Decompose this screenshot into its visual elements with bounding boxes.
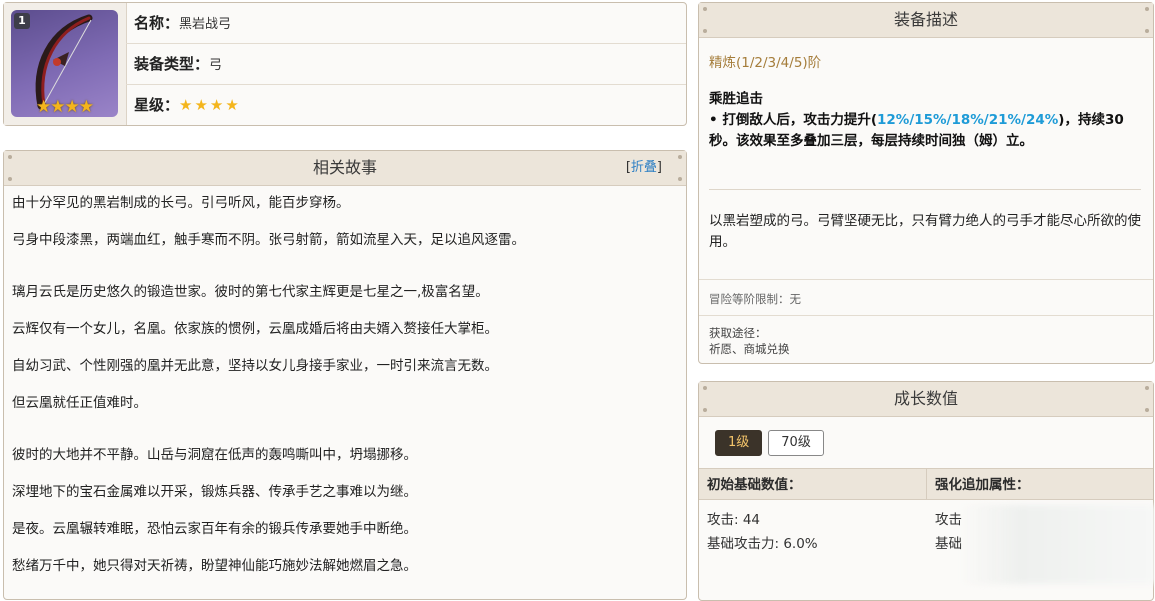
- type-value: 弓: [209, 58, 223, 73]
- story-paragraph: 彼时的大地并不平静。山岳与洞窟在低声的轰鸣嘶叫中，坍塌挪移。: [12, 447, 417, 463]
- story-paragraph: 由十分罕见的黑岩制成的长弓。引弓听风，能百步穿杨。: [12, 195, 350, 211]
- star-row: 星级：★★★★: [126, 85, 686, 125]
- collapse-link[interactable]: 折叠: [631, 160, 657, 175]
- bonus-stats-header: 强化追加属性：: [927, 468, 1153, 500]
- divider: [699, 279, 1153, 280]
- level-tabs: 1级 70级: [715, 430, 830, 456]
- blur-overlay: [960, 505, 1155, 584]
- description-header: 装备描述: [699, 3, 1153, 38]
- description-panel: 装备描述 精炼(1/2/3/4/5)阶 乘胜追击 • 打倒敌人后，攻击力提升(1…: [698, 2, 1154, 364]
- bonus-line: 基础: [935, 536, 962, 552]
- skill-name: 乘胜追击: [709, 91, 763, 107]
- growth-title: 成长数值: [893, 389, 958, 408]
- weapon-image: 1 ★★★★: [11, 10, 118, 117]
- story-paragraph: 弓身中段漆黑，两端血红，触手寒而不阴。张弓射箭，箭如流星入天，足以追风逐雷。: [12, 232, 525, 248]
- bonus-stats-cell: 攻击 基础: [927, 508, 962, 556]
- story-header: 相关故事 [折叠]: [4, 151, 686, 186]
- story-paragraph: 云辉仅有一个女儿，名凰。依家族的惯例，云凰成婚后将由夫婿入赘接任大掌柜。: [12, 321, 498, 337]
- divider: [709, 189, 1141, 190]
- story-title: 相关故事: [312, 158, 377, 177]
- base-stats-header: 初始基础数值：: [699, 468, 927, 500]
- weapon-icon-cell: 1 ★★★★: [4, 3, 127, 125]
- story-paragraph: 但云凰就任正值难时。: [12, 395, 147, 411]
- level-70-button[interactable]: 70级: [768, 430, 824, 456]
- type-row: 装备类型：弓: [126, 44, 686, 85]
- growth-header: 成长数值: [699, 382, 1153, 417]
- source-info: 获取途径： 祈愿、商城兑换: [709, 325, 1141, 357]
- story-paragraph: 自幼习武、个性刚强的凰并无此意，坚持以女儿身接手家业，一时引来流言无数。: [12, 358, 498, 374]
- skill-values: 12%/15%/18%/21%/24%: [877, 112, 1059, 128]
- story-paragraph: 深埋地下的宝石金属难以开采，锻炼兵器、传承手艺之事难以为继。: [12, 484, 417, 500]
- story-panel: 相关故事 [折叠] 由十分罕见的黑岩制成的长弓。引弓听风，能百步穿杨。 弓身中段…: [3, 150, 687, 600]
- attack-value: 攻击: 44: [707, 512, 761, 528]
- source-label: 获取途径：: [709, 326, 767, 340]
- type-label: 装备类型：: [134, 55, 210, 73]
- star-label: 星级：: [134, 96, 180, 114]
- collapse-toggle[interactable]: [折叠]: [626, 151, 662, 185]
- source-value: 祈愿、商城兑换: [709, 342, 790, 356]
- weapon-info-card: 1 ★★★★ 名称：黑岩战弓 装备类型：弓 星级：★★★★: [3, 2, 687, 126]
- base-attack-value: 基础攻击力: 6.0%: [707, 536, 818, 552]
- story-paragraph: 璃月云氏是历史悠久的锻造世家。彼时的第七代家主辉更是七星之一,极富名望。: [12, 284, 489, 300]
- rank-limit: 冒险等阶限制：无: [709, 292, 801, 306]
- divider: [699, 315, 1153, 316]
- flavor-text: 以黑岩塑成的弓。弓臂坚硬无比，只有臂力绝人的弓手才能尽心所欲的使用。: [709, 213, 1141, 250]
- description-title: 装备描述: [893, 10, 958, 29]
- skill-text: • 打倒敌人后，攻击力提升(12%/15%/18%/21%/24%)，持续30秒…: [709, 112, 1124, 149]
- skill-block: 乘胜追击 • 打倒敌人后，攻击力提升(12%/15%/18%/21%/24%)，…: [709, 89, 1141, 152]
- refine-level: 精炼(1/2/3/4/5)阶: [709, 55, 822, 71]
- story-paragraph: 愁绪万千中，她只得对天祈祷，盼望神仙能巧施妙法解她燃眉之急。: [12, 558, 417, 574]
- rarity-badge: 1: [14, 13, 30, 29]
- star-rating-icon: ★★★★: [36, 97, 94, 117]
- story-body: 由十分罕见的黑岩制成的长弓。引弓听风，能百步穿杨。 弓身中段漆黑，两端血红，触手…: [4, 186, 686, 575]
- star-icon: ★★★★: [179, 96, 241, 114]
- base-stats-cell: 攻击: 44 基础攻击力: 6.0%: [699, 508, 818, 556]
- name-label: 名称：: [134, 14, 180, 32]
- bonus-line: 攻击: [935, 512, 962, 528]
- level-1-button[interactable]: 1级: [715, 430, 763, 456]
- name-row: 名称：黑岩战弓: [126, 3, 686, 44]
- story-paragraph: 是夜。云凰辗转难眠，恐怕云家百年有余的锻兵传承要她手中断绝。: [12, 521, 417, 537]
- name-value: 黑岩战弓: [179, 17, 232, 32]
